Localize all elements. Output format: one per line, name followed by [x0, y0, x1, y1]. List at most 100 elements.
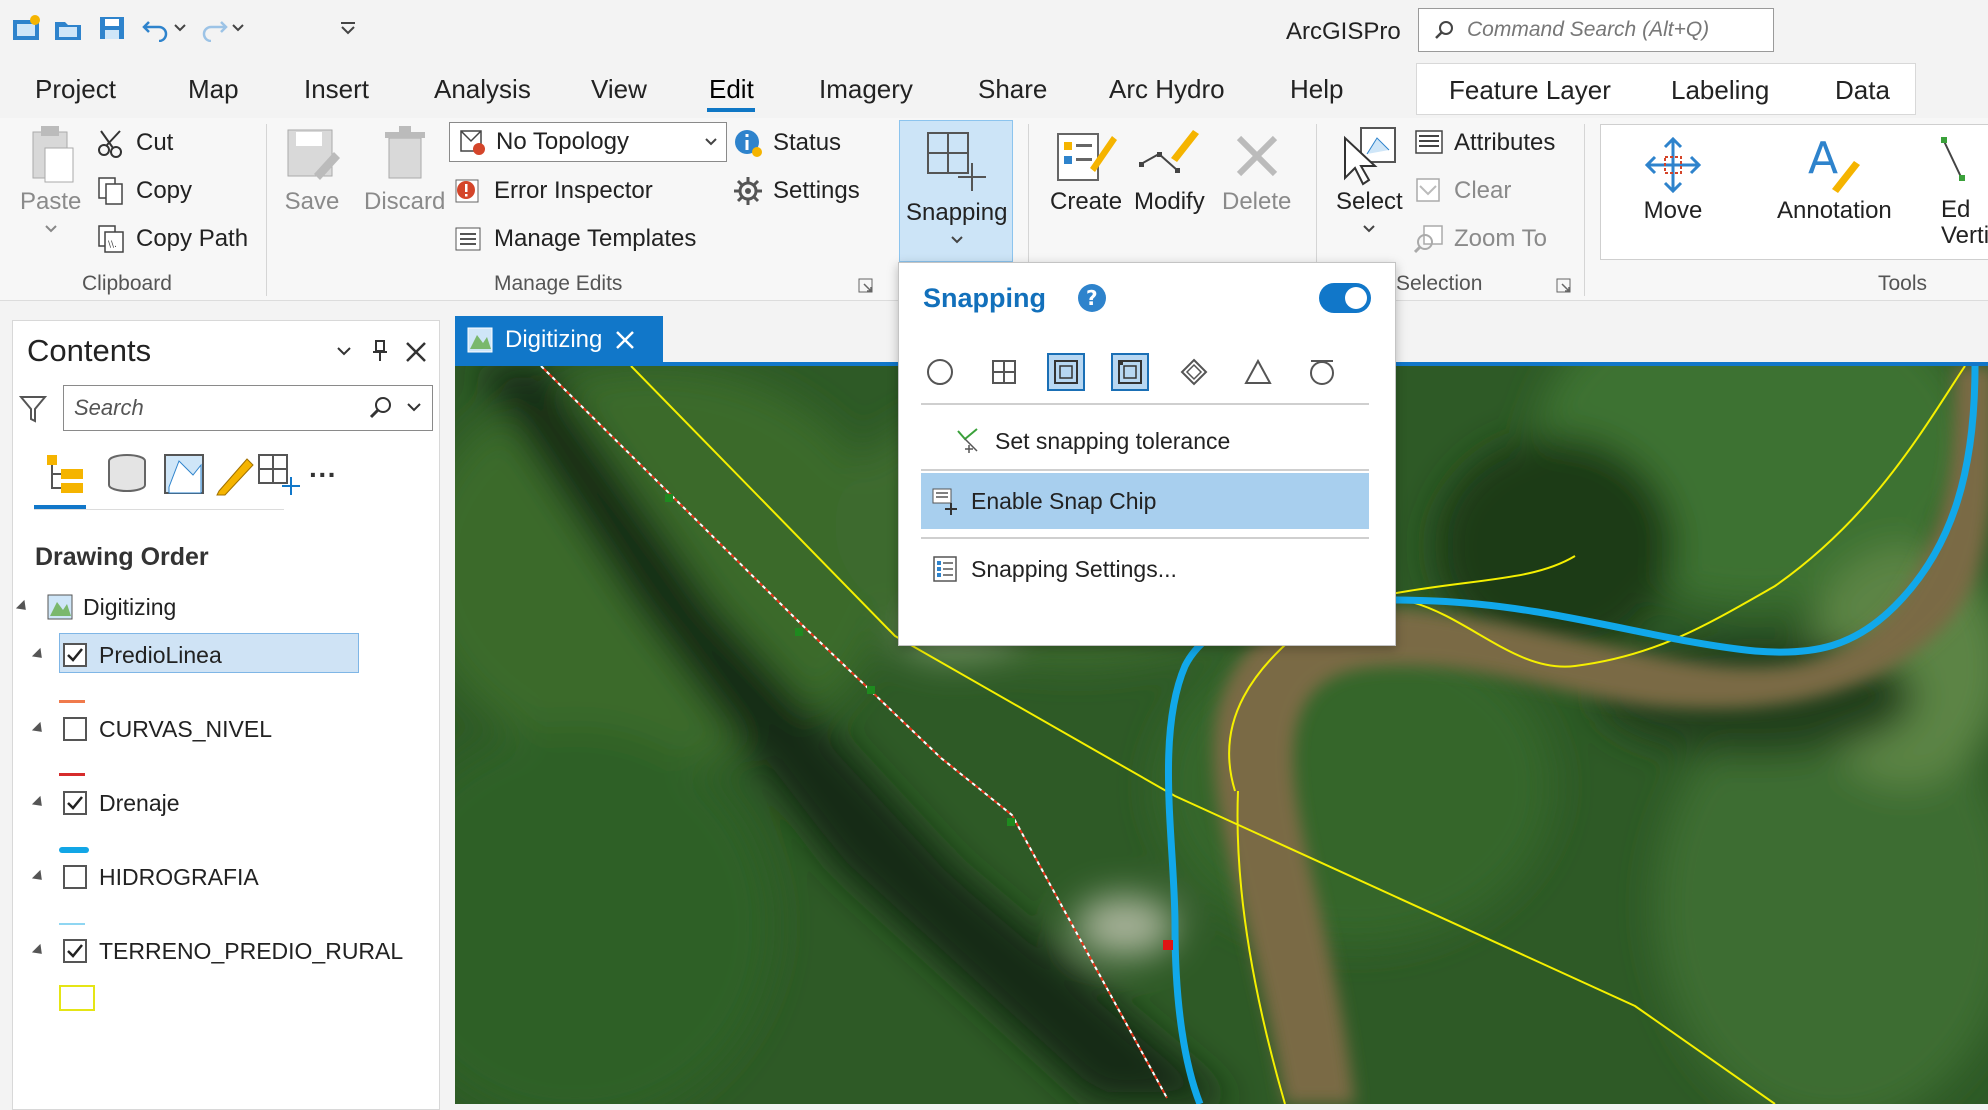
clear-selection-button[interactable]: Clear [1414, 176, 1511, 206]
collapse-icon[interactable] [31, 943, 47, 959]
manage-templates-label: Manage Templates [494, 225, 697, 252]
tab-analysis[interactable]: Analysis [434, 74, 531, 105]
layer-row-hidrografia[interactable]: HIDROGRAFIA [31, 855, 259, 899]
list-by-source-icon[interactable] [105, 451, 151, 497]
pin-icon[interactable] [371, 339, 389, 363]
layer-visibility-checkbox[interactable] [63, 791, 87, 815]
layer-visibility-checkbox[interactable] [63, 939, 87, 963]
layer-symbol[interactable] [59, 700, 85, 703]
cut-button[interactable]: Cut [96, 128, 173, 158]
layer-row-prediolinea[interactable]: PredioLinea [31, 633, 359, 677]
tab-view[interactable]: View [591, 74, 647, 105]
zoom-to-selection-button[interactable]: Zoom To [1414, 224, 1547, 254]
manage-templates-button[interactable]: Manage Templates [454, 224, 696, 254]
settings-button[interactable]: Settings [733, 176, 860, 206]
tab-insert[interactable]: Insert [304, 74, 369, 105]
topology-select[interactable]: No Topology [449, 122, 727, 162]
new-project-icon[interactable] [8, 10, 44, 46]
info-icon [735, 130, 762, 157]
layer-row-terreno-predio-rural[interactable]: TERRENO_PREDIO_RURAL [31, 929, 403, 973]
close-icon[interactable] [405, 341, 427, 363]
tab-imagery[interactable]: Imagery [819, 74, 913, 105]
snapping-settings-item[interactable]: Snapping Settings... [921, 541, 1369, 597]
layer-symbol[interactable] [59, 985, 95, 1011]
close-icon[interactable] [614, 329, 636, 351]
list-by-editing-icon[interactable] [211, 451, 257, 497]
tangent-snap-icon[interactable] [1303, 353, 1341, 391]
edge-snap-icon[interactable] [1047, 353, 1085, 391]
move-tool-button[interactable]: Move [1641, 133, 1705, 225]
tab-help[interactable]: Help [1290, 74, 1343, 105]
copy-path-icon: \\. [98, 225, 124, 253]
layer-visibility-checkbox[interactable] [63, 865, 87, 889]
list-by-drawing-order-icon[interactable] [43, 451, 89, 497]
intersection-snap-icon[interactable] [1175, 353, 1213, 391]
tab-map[interactable]: Map [188, 74, 239, 105]
discard-edits-button[interactable]: Discard [364, 124, 445, 216]
chevron-down-icon[interactable] [406, 402, 422, 414]
tab-share[interactable]: Share [978, 74, 1047, 105]
more-options-icon[interactable]: ··· [309, 459, 337, 491]
search-icon[interactable] [368, 395, 394, 421]
layer-symbol[interactable] [59, 923, 85, 925]
list-by-selection-icon[interactable] [161, 451, 207, 497]
copy-path-button[interactable]: \\. Copy Path [96, 224, 248, 254]
undo-dropdown-icon[interactable] [170, 10, 190, 46]
snapping-button[interactable]: Snapping [899, 120, 1013, 262]
annotation-icon: A [1808, 133, 1861, 193]
tab-project[interactable]: Project [35, 74, 116, 105]
filter-icon[interactable] [19, 393, 47, 425]
redo-dropdown-icon[interactable] [228, 10, 248, 46]
create-button[interactable]: Create [1050, 124, 1122, 216]
paste-button[interactable]: Paste [20, 124, 81, 234]
undo-icon[interactable] [138, 10, 174, 46]
open-project-icon[interactable] [50, 10, 86, 46]
map-view-tab[interactable]: Digitizing [455, 316, 663, 364]
point-snap-icon[interactable] [921, 353, 959, 391]
collapse-icon[interactable] [31, 869, 47, 885]
edit-vertices-tool-button[interactable]: Ed Verti [1941, 133, 1988, 249]
layer-row-curvas-nivel[interactable]: CURVAS_NIVEL [31, 707, 272, 751]
attributes-button[interactable]: Attributes [1414, 128, 1555, 158]
tab-data[interactable]: Data [1835, 75, 1890, 106]
copy-button[interactable]: Copy [96, 176, 192, 206]
dialog-launcher-icon[interactable] [1556, 278, 1572, 294]
annotation-tool-button[interactable]: A Annotation [1777, 133, 1892, 225]
layer-symbol[interactable] [59, 773, 85, 776]
redo-icon[interactable] [196, 10, 232, 46]
layer-symbol[interactable] [59, 847, 89, 853]
layer-visibility-checkbox[interactable] [63, 717, 87, 741]
midpoint-snap-icon[interactable] [1239, 353, 1277, 391]
layer-row-drenaje[interactable]: Drenaje [31, 781, 180, 825]
snapping-toggle[interactable] [1319, 283, 1371, 313]
command-search-input[interactable]: Command Search (Alt+Q) [1418, 8, 1774, 52]
tab-labeling[interactable]: Labeling [1671, 75, 1769, 106]
chevron-down-icon[interactable] [335, 345, 353, 359]
list-by-snapping-icon[interactable] [255, 451, 301, 497]
end-snap-icon[interactable] [1111, 353, 1149, 391]
modify-icon [1139, 130, 1200, 173]
tab-edit[interactable]: Edit [709, 74, 754, 105]
help-icon[interactable]: ? [1077, 283, 1107, 313]
vertex-snap-icon[interactable] [985, 353, 1023, 391]
delete-button[interactable]: Delete [1222, 124, 1291, 216]
status-button[interactable]: Status [733, 128, 841, 158]
customize-quick-access-icon[interactable] [330, 10, 366, 46]
tab-arc-hydro[interactable]: Arc Hydro [1109, 74, 1225, 105]
layer-visibility-checkbox[interactable] [63, 643, 87, 667]
save-project-icon[interactable] [94, 10, 130, 46]
set-snapping-tolerance-item[interactable]: Set snapping tolerance [921, 413, 1369, 469]
dialog-launcher-icon[interactable] [858, 278, 874, 294]
select-button[interactable]: Select [1336, 124, 1403, 234]
collapse-icon[interactable] [31, 721, 47, 737]
collapse-icon[interactable] [31, 795, 47, 811]
contents-search-input[interactable]: Search [63, 385, 433, 431]
error-inspector-button[interactable]: Error Inspector [454, 176, 653, 206]
save-edits-button[interactable]: Save [284, 124, 340, 216]
modify-button[interactable]: Modify [1134, 124, 1205, 216]
tab-feature-layer[interactable]: Feature Layer [1449, 75, 1611, 106]
collapse-icon[interactable] [15, 599, 31, 615]
map-tree-item[interactable]: Digitizing [15, 585, 176, 629]
collapse-icon[interactable] [31, 647, 47, 663]
enable-snap-chip-item[interactable]: Enable Snap Chip [921, 473, 1369, 529]
